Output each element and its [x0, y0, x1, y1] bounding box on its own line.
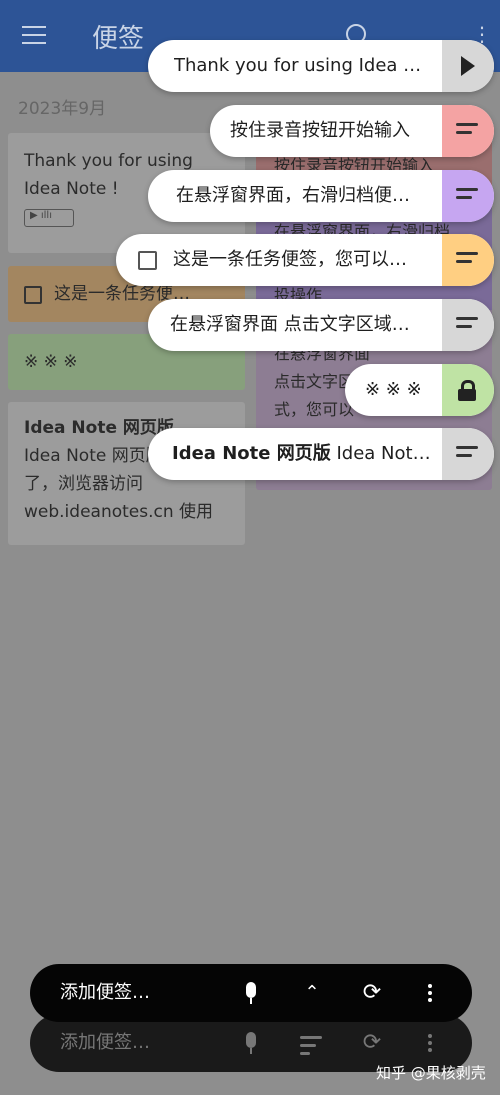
mic-stand [250, 1048, 252, 1054]
lines-icon [456, 317, 478, 333]
bubble-text: 这是一条任务便签，您可以… [138, 234, 428, 286]
add-note-placeholder: 添加便签… [60, 1032, 150, 1053]
lines-icon [456, 123, 478, 139]
app-title: 便签 [92, 24, 145, 54]
floating-note-bubble[interactable]: 在悬浮窗界面 点击文字区域… [148, 299, 494, 351]
bubble-text: 在悬浮窗界面 点击文字区域… [170, 314, 410, 335]
floating-note-bubble[interactable]: Idea Note 网页版 Idea Note… [148, 428, 494, 480]
sync-icon[interactable]: ⟳ [354, 964, 390, 1022]
floating-task-bubble[interactable]: 这是一条任务便签，您可以… [116, 234, 494, 286]
lines-icon [456, 188, 478, 204]
checkbox-icon[interactable] [138, 250, 157, 270]
bubble-side[interactable] [442, 170, 494, 222]
add-note-input[interactable]: 添加便签… [60, 964, 150, 1022]
bubble-side[interactable] [442, 364, 494, 416]
checkbox-icon[interactable] [24, 285, 42, 304]
bubble-text: Idea Note 网页版 Idea Note… [172, 443, 434, 464]
bubble-side[interactable] [442, 105, 494, 157]
watermark: 知乎 @果核剥壳 [376, 1064, 486, 1082]
bubble-text: Thank you for using Idea N… [174, 55, 430, 76]
mic-stand [250, 998, 252, 1004]
bubble-side[interactable] [442, 299, 494, 351]
play-icon [461, 56, 475, 76]
expand-collapse-icon[interactable]: ⌃ [294, 964, 330, 1022]
bubble-text: ※ ※ ※ [365, 379, 422, 400]
floating-note-bubble[interactable]: 在悬浮窗界面，右滑归档便… [148, 170, 494, 222]
bubble-title: Idea Note 网页版 [172, 443, 331, 464]
mic-icon [246, 1032, 256, 1048]
bubble-text: 按住录音按钮开始输入 [230, 120, 410, 141]
bubble-side[interactable] [442, 40, 494, 92]
lines-icon [456, 446, 478, 462]
lines-icon [456, 252, 478, 268]
more-options-icon[interactable] [428, 984, 432, 1005]
lock-icon [458, 380, 476, 401]
floating-note-bubble[interactable]: ※ ※ ※ [345, 364, 494, 416]
floating-note-bubble[interactable]: 按住录音按钮开始输入 [210, 105, 494, 157]
bubble-side[interactable] [442, 234, 494, 286]
bottom-input-bar[interactable]: 添加便签… ⌃ ⟳ [30, 964, 472, 1022]
mic-icon[interactable] [246, 982, 256, 998]
menu-icon[interactable] [22, 26, 46, 44]
more-options-icon [428, 1034, 432, 1055]
floating-note-bubble[interactable]: Thank you for using Idea N… [148, 40, 494, 92]
date-header: 2023年9月 [18, 99, 107, 119]
audio-attachment-icon[interactable]: ▶ ıllı [24, 209, 74, 227]
note-text: 式，您可以 [274, 400, 355, 419]
bubble-text: 在悬浮窗界面，右滑归档便… [176, 185, 410, 206]
note-text: ※ ※ ※ [24, 352, 78, 372]
note-text: 点击文字区 [274, 372, 355, 391]
bubble-side[interactable] [442, 428, 494, 480]
sort-icon [300, 1036, 322, 1060]
